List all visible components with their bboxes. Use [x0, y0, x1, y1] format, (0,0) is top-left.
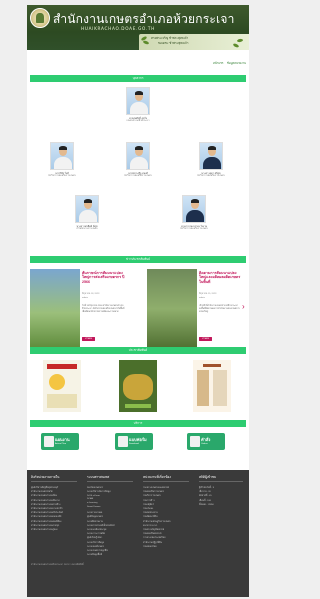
footer-col3-title: หน่วยงานที่เกี่ยวข้อง	[143, 475, 171, 479]
news-excerpt: วันที่ 18 มิถุนายน 2566 สำนักงานเกษตรอำเ…	[82, 305, 125, 313]
form-icon	[118, 436, 128, 447]
banner-text-2: ขอเดชะ ข้าพระพุทธเจ้า	[158, 41, 189, 45]
staff-card[interactable]: นายสมศักดิ์ สุขใจ เกษตรอำเภอห้วยกระเจา	[121, 87, 155, 123]
footer-divider	[199, 481, 243, 482]
staff-photo	[182, 195, 206, 223]
poster-banner	[125, 404, 151, 408]
footer-divider	[87, 481, 133, 482]
news-date: มิถุนายน 15, 2023	[199, 293, 217, 295]
pr-poster[interactable]	[119, 360, 157, 412]
service-orders-button[interactable]: คำสั่ง Orders	[187, 433, 225, 450]
news-image[interactable]	[147, 269, 197, 349]
main-nav: หน้าแรก ข้อมูลหน่วยงาน	[27, 50, 249, 67]
staff-card[interactable]: นางสาวสุดา ศรีสุข นักวิชาการส่งเสริมการเ…	[194, 142, 228, 178]
poster-image	[123, 374, 153, 400]
site-header: สำนักงานเกษตรอำเภอห้วยกระเจา HUAIKRACHAO…	[27, 5, 249, 50]
service-plan-button[interactable]: แผนงาน Action Plan	[41, 433, 79, 450]
service-sub: Orders	[201, 443, 208, 445]
site-footer: ลิงก์หน่วยงานภายใน ระบบสารสนเทศ หน่วยงาน…	[27, 470, 249, 597]
news-author: admin	[199, 297, 205, 299]
news-title[interactable]: ติดตามการสัมมนาแปลงใหญ่และผลิตผลผลิตเกษต…	[199, 271, 242, 284]
poster-image	[213, 370, 227, 406]
nav-about[interactable]: ข้อมูลหน่วยงาน	[227, 61, 246, 66]
news-date: มิถุนายน 18, 2023	[82, 293, 100, 295]
staff-card[interactable]: นายประเสริฐ ทองดี นักวิชาการส่งเสริมการเ…	[121, 142, 155, 178]
copyright: สำนักงานเกษตรอำเภอห้วยกระเจา 2023 © สงวน…	[31, 564, 84, 566]
service-sub: Download	[129, 443, 139, 445]
staff-card[interactable]: นางสาวกมลวรรณ ใจงาม นักวิชาการส่งเสริมกา…	[177, 195, 211, 231]
pr-section-header: ประชาสัมพันธ์	[30, 347, 246, 354]
news-card[interactable]: ติดตามการสัมมนาแปลงใหญ่และผลิตผลผลิตเกษต…	[147, 269, 242, 349]
staff-card[interactable]: นางสาวพรทิพย์ มีสุข เจ้าพนักงานการเกษตร	[70, 195, 104, 231]
news-image[interactable]	[30, 269, 80, 349]
news-author: admin	[82, 297, 88, 299]
news-title[interactable]: สัมภาษณ์การสัมมนาแปลงใหญ่การส่งเสริมเกษต…	[82, 271, 125, 284]
nav-home[interactable]: หน้าแรก	[213, 61, 223, 66]
staff-role: นักวิชาการส่งเสริมการเกษตร	[180, 228, 208, 230]
service-sub: Action Plan	[55, 443, 67, 445]
service-label: คำสั่ง	[201, 437, 211, 442]
footer-link[interactable]: Smart Farmer	[87, 506, 101, 508]
department-logo-icon[interactable]	[30, 8, 50, 28]
staff-photo	[126, 142, 150, 170]
service-form-button[interactable]: แบบฟอร์ม Download	[115, 433, 153, 450]
poster-image	[47, 394, 77, 408]
footer-divider	[143, 481, 189, 482]
staff-photo	[199, 142, 223, 170]
staff-section-header: บุคลากร	[30, 75, 246, 82]
staff-photo	[50, 142, 74, 170]
read-more-button[interactable]: อ่านต่อ	[199, 337, 212, 341]
news-excerpt: เจ้าหน้าที่สำนักงานเกษตรอำเภอห้วยกระเจา …	[199, 305, 240, 313]
footer-link[interactable]: สำนักงานเกษตรอำเภออู่ทอง	[31, 527, 57, 531]
footer-link[interactable]: ทั้งหมด : 12850	[199, 502, 214, 506]
staff-role: เจ้าพนักงานการเกษตร	[76, 228, 98, 230]
poster-image	[197, 370, 209, 406]
news-carousel: สัมภาษณ์การสัมมนาแปลงใหญ่การส่งเสริมเกษต…	[30, 269, 246, 349]
poster-warning-icon	[49, 374, 65, 390]
footer-link[interactable]: DOAE	[87, 498, 93, 500]
poster-banner	[203, 364, 221, 367]
carousel-next-icon[interactable]: ›	[242, 302, 245, 311]
document-icon	[44, 436, 54, 447]
site-subtitle: HUAIKRACHAO.DOAE.GO.TH	[81, 26, 156, 31]
pr-poster[interactable]	[43, 360, 81, 412]
service-label: แผนงาน	[55, 437, 70, 442]
footer-link[interactable]: ระบบข้อมูลพื้นที่	[87, 552, 102, 556]
news-card[interactable]: สัมภาษณ์การสัมมนาแปลงใหญ่การส่งเสริมเกษต…	[30, 269, 125, 349]
footer-divider	[31, 481, 77, 482]
pr-poster[interactable]	[193, 360, 231, 412]
staff-role: นักวิชาการส่งเสริมการเกษตร	[124, 175, 152, 177]
staff-role: นักวิชาการส่งเสริมการเกษตร	[48, 175, 76, 177]
footer-stats-title: สถิติผู้เข้าชม	[199, 475, 217, 479]
staff-role: เกษตรอำเภอห้วยกระเจา	[126, 120, 150, 122]
order-icon	[190, 436, 200, 447]
staff-role: นักวิชาการส่งเสริมการเกษตร	[197, 175, 225, 177]
staff-photo	[126, 87, 150, 115]
footer-col2-title: ระบบสารสนเทศ	[87, 475, 110, 479]
poster-banner	[47, 364, 77, 369]
footer-link[interactable]: e-Learning	[87, 502, 97, 504]
page: สำนักงานเกษตรอำเภอห้วยกระเจา HUAIKRACHAO…	[27, 5, 249, 597]
staff-photo	[75, 195, 99, 223]
service-label: แบบฟอร์ม	[129, 437, 147, 442]
footer-link[interactable]: กรมหม่อนไหม	[143, 544, 157, 548]
read-more-button[interactable]: อ่านต่อ	[82, 337, 95, 341]
staff-card[interactable]: นายวิชัย ใจดี นักวิชาการส่งเสริมการเกษตร	[45, 142, 79, 178]
news-section-header: ข่าวประชาสัมพันธ์	[30, 256, 246, 263]
services-section-header: บริการ	[30, 420, 246, 427]
footer-col1-title: ลิงก์หน่วยงานภายใน	[31, 475, 60, 479]
